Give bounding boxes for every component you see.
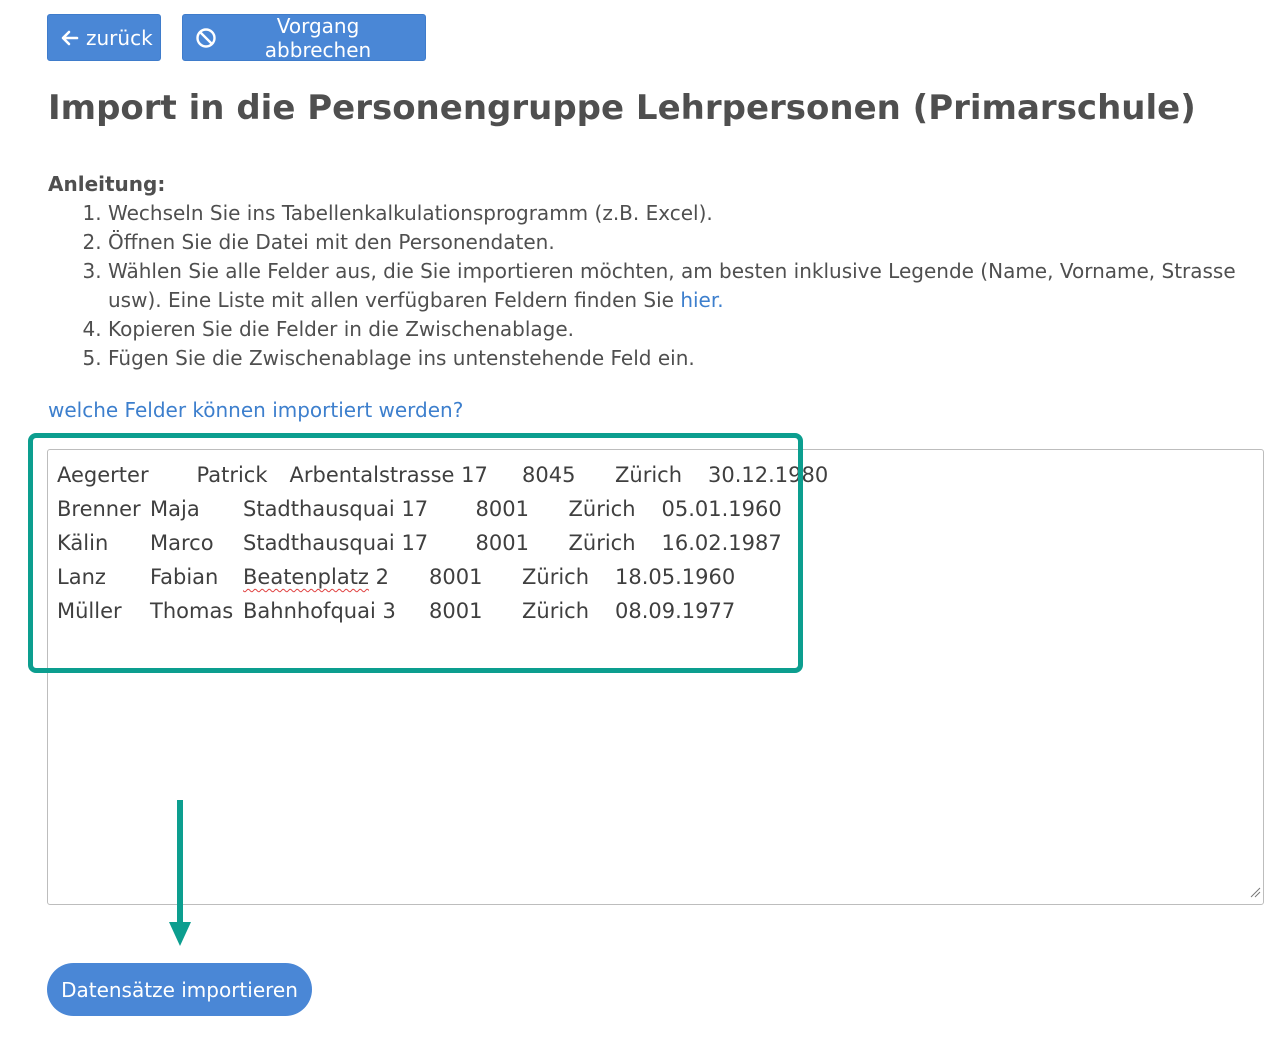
import-records-button[interactable]: Datensätze importieren <box>47 963 312 1016</box>
pasted-cell: 8001 <box>429 565 483 589</box>
instruction-step: Wechseln Sie ins Tabellenkalkulationspro… <box>108 199 1238 228</box>
pasted-cell: 08.09.1977 <box>615 599 736 623</box>
pasted-cell: Zürich <box>522 565 590 589</box>
pasted-cell: 16.02.1987 <box>661 531 782 555</box>
pasted-cell: Patrick <box>196 463 268 487</box>
instructions-title: Anleitung: <box>48 172 166 196</box>
back-button-label: zurück <box>86 25 153 50</box>
instruction-step: Wählen Sie alle Felder aus, die Sie impo… <box>108 257 1238 315</box>
importable-fields-link[interactable]: welche Felder können importiert werden? <box>48 398 463 422</box>
pasted-cell: 18.05.1960 <box>615 565 736 589</box>
pasted-cell: Zürich <box>568 531 636 555</box>
pasted-cell: 30.12.1980 <box>708 463 829 487</box>
pasted-cell: 8001 <box>475 531 529 555</box>
cancel-process-button[interactable]: Vorgang abbrechen <box>182 13 426 62</box>
resize-grip-icon[interactable] <box>1249 883 1261 902</box>
pasted-cell: Arbentalstrasse 17 <box>289 463 488 487</box>
pasted-cell: Zürich <box>615 463 683 487</box>
pasted-cell: 8001 <box>475 497 529 521</box>
paste-textarea[interactable]: Aegerter Patrick Arbentalstrasse 17 8045 Zür… <box>47 449 1264 905</box>
pasted-cell: Bahnhofquai 3 <box>243 599 396 623</box>
pasted-cell: Fabian <box>150 565 219 589</box>
pasted-cell: Beatenplatz 2 <box>243 565 389 589</box>
pasted-cell: Müller <box>57 599 122 623</box>
pasted-cell: Marco <box>150 531 214 555</box>
pasted-cell: Zürich <box>568 497 636 521</box>
pasted-cell: 8001 <box>429 599 483 623</box>
ban-icon <box>195 27 217 49</box>
pasted-cell: Thomas <box>150 599 234 623</box>
pasted-cell: Stadthausquai 17 <box>243 497 429 521</box>
arrow-left-icon <box>60 28 80 48</box>
pasted-cell: Stadthausquai 17 <box>243 531 429 555</box>
pasted-cell: Aegerter <box>57 463 149 487</box>
pasted-cell: 05.01.1960 <box>661 497 782 521</box>
spellcheck-word: Beatenplatz <box>243 565 369 589</box>
instructions-list: Wechseln Sie ins Tabellenkalkulationspro… <box>48 199 1238 373</box>
cancel-button-label: Vorgang abbrechen <box>264 13 372 62</box>
pasted-cell: Zürich <box>522 599 590 623</box>
pasted-cell: Lanz <box>57 565 106 589</box>
pasted-cell: Brenner <box>57 497 141 521</box>
instruction-step: Öffnen Sie die Datei mit den Personendat… <box>108 228 1238 257</box>
pasted-cell: Kälin <box>57 531 109 555</box>
instruction-step: Fügen Sie die Zwischenablage ins untenst… <box>108 344 1238 373</box>
pasted-cell: Maja <box>150 497 200 521</box>
page-title: Import in die Personengruppe Lehrpersone… <box>48 88 1196 128</box>
instruction-step: Kopieren Sie die Felder in die Zwischena… <box>108 315 1238 344</box>
back-button[interactable]: zurück <box>47 14 161 61</box>
fields-list-link[interactable]: hier. <box>680 288 723 312</box>
pasted-cell: 8045 <box>522 463 576 487</box>
